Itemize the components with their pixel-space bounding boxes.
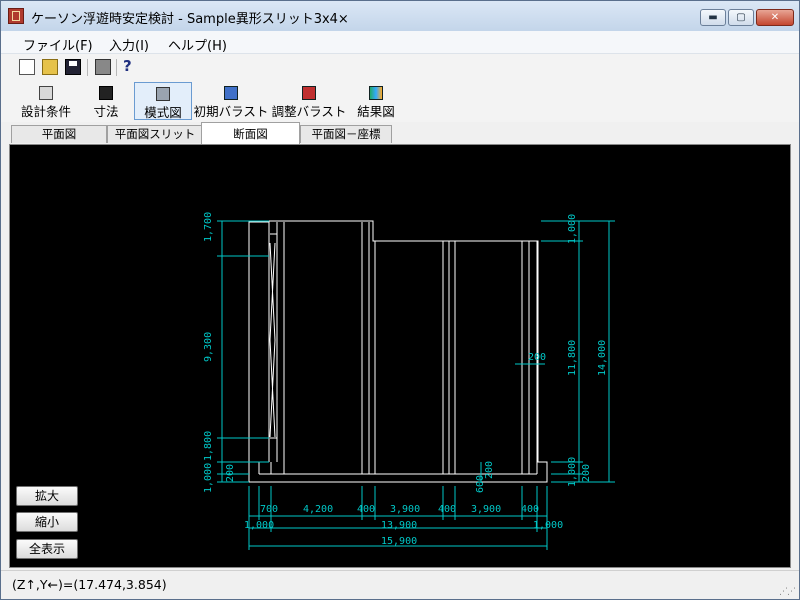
design-conditions-label: 設計条件 [20,104,71,119]
dim-inner-height: 600 [475,475,486,493]
status-bar: (Z↑,Y←)=(17.474,3.854) ⋰⋰ [1,570,799,599]
menu-file[interactable]: ファイル(F) [23,35,93,54]
dim-bottom-3: 400 [357,504,375,515]
schematic-button[interactable]: 模式図 [134,82,192,120]
maximize-button[interactable]: ▢ [728,9,754,26]
tab-plan-coordinates[interactable]: 平面図－座標 [300,125,392,143]
menu-help[interactable]: ヘルプ(H) [168,35,227,54]
dim-bottom-left: 1,000 [244,520,274,531]
close-button[interactable]: ✕ [756,9,794,26]
zoom-out-button[interactable]: 縮小 [16,512,78,532]
dim-inner-wall: 200 [528,352,546,363]
schematic-label: 模式図 [144,105,182,120]
dim-right-2: 11,800 [567,340,578,376]
initial-ballast-button[interactable]: 初期バラスト [193,82,269,120]
window-title: ケーソン浮遊時安定検討 - Sample異形スリット3x4× [31,12,349,27]
dim-bottom-5: 400 [438,504,456,515]
initial-ballast-icon [224,86,238,100]
result-chart-icon [369,86,383,100]
schematic-icon [156,87,170,101]
dim-left-3: 1,800 [203,431,214,461]
toolbar-separator [87,59,88,76]
caisson-outline [248,220,548,483]
tab-section[interactable]: 断面図 [201,122,300,144]
dim-bottom-4: 3,900 [390,504,420,515]
app-window: ケーソン浮遊時安定検討 - Sample異形スリット3x4× ▬ ▢ ✕ ファイ… [0,0,800,600]
title-bar[interactable]: ケーソン浮遊時安定検討 - Sample異形スリット3x4× ▬ ▢ ✕ [1,1,799,31]
dim-bottom-6: 3,900 [471,504,501,515]
drawing-canvas[interactable]: 1,700 9,300 1,800 1,000 200 1,000 11,800… [9,144,791,568]
dimensions-label: 寸法 [93,104,119,119]
dim-right-5: 200 [581,464,592,482]
dim-right-1: 1,000 [567,214,578,244]
dim-bottom-total: 15,900 [381,536,417,547]
dim-left-4: 1,000 [203,463,214,493]
standard-toolbar: ? [1,54,799,80]
dim-left-5: 200 [225,464,236,482]
help-icon[interactable]: ? [123,57,139,75]
result-chart-button[interactable]: 結果図 [355,82,397,120]
menu-input[interactable]: 入力(I) [109,35,149,54]
dim-bottom-right: 1,000 [533,520,563,531]
tab-plan[interactable]: 平面図 [11,125,107,143]
view-toolbar: 設計条件 寸法 模式図 初期バラスト 調整バラスト 結果図 [1,80,799,122]
coordinate-readout: (Z↑,Y←)=(17.474,3.854) [12,577,167,592]
adjust-ballast-label: 調整バラスト [271,104,347,119]
dimensions-icon [99,86,113,100]
toolbar-separator [116,59,117,76]
dim-right-3: 14,000 [597,340,608,376]
zoom-in-button[interactable]: 拡大 [16,486,78,506]
resize-grip-icon[interactable]: ⋰⋰ [779,587,796,597]
dim-bottom-2: 4,200 [303,504,333,515]
view-tabs: 平面図 平面図スリット 断面図 平面図－座標 [1,122,799,144]
save-disk-icon[interactable] [65,59,81,75]
print-icon[interactable] [95,59,111,75]
tab-plan-slit[interactable]: 平面図スリット [107,125,203,143]
adjust-ballast-icon [302,86,316,100]
dim-bottom-7: 400 [521,504,539,515]
cross-section-drawing: 1,700 9,300 1,800 1,000 200 1,000 11,800… [203,212,615,550]
dim-left-1: 1,700 [203,212,214,242]
dim-right-4: 1,000 [567,457,578,487]
open-folder-icon[interactable] [42,59,58,75]
dim-left-2: 9,300 [203,332,214,362]
dim-bottom-1: 700 [260,504,278,515]
result-chart-label: 結果図 [357,104,395,119]
design-conditions-button[interactable]: 設計条件 [17,82,75,120]
design-conditions-icon [39,86,53,100]
adjust-ballast-button[interactable]: 調整バラスト [271,82,347,120]
dimensions-button[interactable]: 寸法 [87,82,125,120]
app-icon[interactable] [8,8,24,24]
initial-ballast-label: 初期バラスト [193,104,269,119]
menu-bar: ファイル(F) 入力(I) ヘルプ(H) [1,31,799,54]
dim-bottom-middle: 13,900 [381,520,417,531]
minimize-button[interactable]: ▬ [700,9,726,26]
new-file-icon[interactable] [19,59,35,75]
show-all-button[interactable]: 全表示 [16,539,78,559]
